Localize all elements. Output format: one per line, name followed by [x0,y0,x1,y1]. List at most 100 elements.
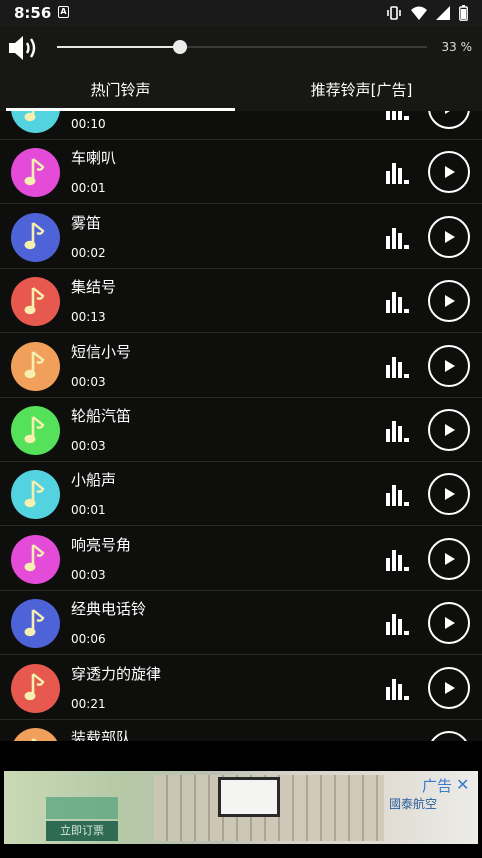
play-icon [445,166,455,179]
set-ringtone-button[interactable] [386,162,412,188]
ad-close-icon[interactable]: ✕ [456,775,469,794]
list-item[interactable]: 车喇叭 00:01 [0,140,482,205]
ringtone-duration: 00:03 [71,567,106,582]
play-button[interactable] [428,409,470,451]
ringtone-avatar [11,470,60,520]
signal-icon [436,6,450,20]
list-item[interactable]: 短信小号 00:03 [0,334,482,398]
ringtone-list[interactable]: 00:10 车喇叭 00:01 雾笛 00:02 集结号 00:13 短信小号 00:03 轮船汽… [0,111,482,741]
list-item[interactable]: 轮船汽笛 00:03 [0,398,482,462]
play-button[interactable] [428,666,470,709]
ringtone-title: 车喇叭 [71,149,117,168]
ad-graphic [46,797,118,819]
list-item[interactable]: 集结号 00:13 [0,269,482,334]
ringtone-avatar [11,599,60,649]
play-button[interactable] [428,111,470,129]
basketball-hoop-image [218,777,280,817]
speaker-icon[interactable] [7,33,39,63]
list-item[interactable]: 00:10 [0,111,482,140]
music-note-icon [24,286,45,314]
list-item[interactable]: 装载部队 [0,720,482,741]
list-item[interactable]: 小船声 00:01 [0,462,482,527]
volume-percent: 33 % [441,40,473,54]
list-item[interactable]: 穿透力的旋律 00:21 [0,656,482,720]
list-item[interactable]: 经典电话铃 00:06 [0,591,482,656]
ad-brand: 國泰航空 [389,797,438,811]
battery-icon [459,5,468,21]
ringtone-avatar [11,406,60,455]
set-ringtone-button[interactable] [386,227,412,253]
set-ringtone-button[interactable] [386,484,412,510]
play-button[interactable] [428,602,470,645]
ringtone-avatar [11,663,60,713]
ringtone-avatar [11,277,60,327]
ringtone-duration: 00:01 [71,503,106,518]
volume-slider-fill [57,46,180,48]
music-note-icon [24,608,45,636]
play-button[interactable] [428,280,470,323]
ringtone-title: 装载部队 [71,729,132,741]
vibrate-icon [387,6,401,20]
ad-label: 广告 [422,777,453,795]
music-note-icon [24,222,45,250]
equalizer-icon [386,163,409,185]
set-ringtone-button[interactable] [386,111,412,124]
ringtone-avatar [11,148,60,198]
status-bar: 8:56 A [0,0,482,26]
ringtone-title: 穿透力的旋律 [71,664,162,683]
equalizer-icon [386,485,409,507]
play-icon [445,617,455,630]
ringtone-avatar [11,728,60,741]
status-icons [386,4,468,22]
set-ringtone-button[interactable] [386,678,412,704]
play-icon [445,424,455,436]
set-ringtone-button[interactable] [386,549,412,575]
notification-icon: A [58,6,69,18]
equalizer-icon [386,549,409,571]
play-icon [445,295,455,308]
equalizer-icon [386,614,409,636]
status-time: 8:56 [14,4,52,22]
play-icon [445,681,455,694]
play-icon [445,552,455,565]
play-button[interactable] [428,215,470,258]
set-ringtone-button[interactable] [386,291,412,317]
volume-slider-thumb[interactable] [173,40,187,54]
ringtone-title: 轮船汽笛 [71,407,132,425]
ringtone-title: 集结号 [71,278,117,297]
volume-slider[interactable] [57,40,427,54]
ringtone-title: 经典电话铃 [71,600,147,619]
list-item[interactable]: 雾笛 00:02 [0,205,482,269]
ringtone-title: 雾笛 [71,213,102,232]
set-ringtone-button[interactable] [386,420,412,446]
tab-hot-ringtones[interactable]: 热门铃声 [0,71,241,111]
play-icon [445,230,455,243]
play-button[interactable] [428,344,470,387]
ad-cta-button[interactable]: 立即订票 [46,821,118,841]
tab-recommended-ringtones[interactable]: 推荐铃声[广告] [241,71,482,111]
volume-bar: 33 % [0,26,482,71]
ringtone-title: 短信小号 [71,342,132,361]
play-icon [445,488,455,501]
play-button[interactable] [428,473,470,516]
set-ringtone-button[interactable] [386,613,412,639]
ad-banner[interactable]: 立即订票 國泰航空 广告 ✕ [4,771,478,844]
play-button[interactable] [428,537,470,580]
play-icon [445,359,455,372]
ringtone-duration: 00:03 [71,374,106,389]
music-note-icon [24,111,35,121]
ringtone-duration: 00:01 [71,181,106,196]
list-item[interactable]: 响亮号角 00:03 [0,527,482,591]
music-note-icon [24,415,45,443]
ringtone-title: 响亮号角 [71,535,132,554]
tab-bar: 热门铃声 推荐铃声[广告] [0,71,482,111]
play-button[interactable] [428,151,470,194]
play-icon [445,111,450,114]
play-button[interactable] [428,731,470,741]
ringtone-avatar [11,111,60,133]
equalizer-icon [386,421,409,442]
equalizer-icon [386,678,409,700]
ringtone-duration: 00:10 [71,117,106,131]
set-ringtone-button[interactable] [386,356,412,382]
ringtone-title: 小船声 [71,471,117,490]
